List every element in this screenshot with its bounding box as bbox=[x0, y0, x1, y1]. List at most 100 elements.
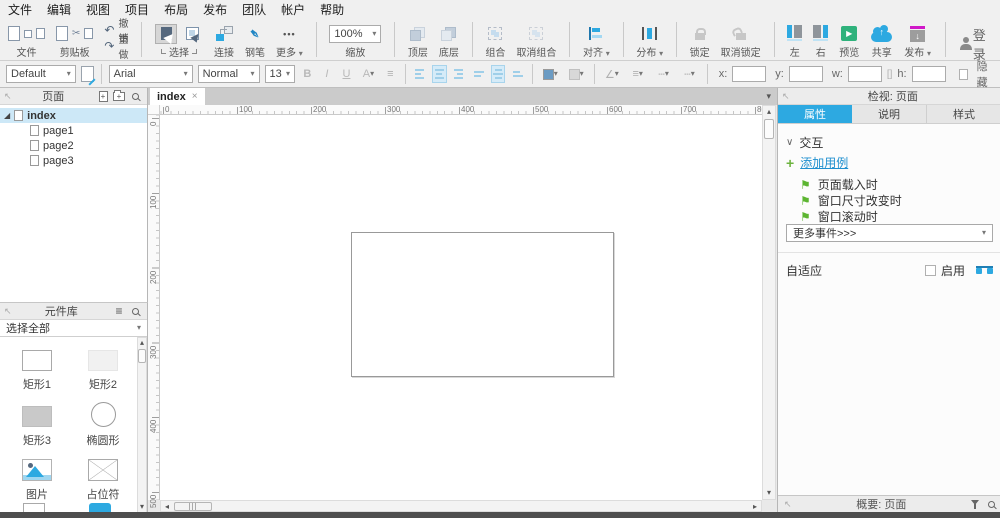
scroll-right-icon[interactable]: ▸ bbox=[751, 503, 759, 511]
widget-partial-button[interactable] bbox=[23, 503, 45, 512]
style-preset-select[interactable]: Default ▾ bbox=[6, 65, 76, 83]
cut-icon[interactable]: ✂ bbox=[72, 29, 80, 39]
widget-library-select[interactable]: 选择全部 ▾ bbox=[0, 320, 147, 337]
hidden-checkbox[interactable] bbox=[959, 69, 968, 80]
italic-button[interactable]: I bbox=[320, 65, 335, 83]
underline-button[interactable]: U bbox=[339, 65, 354, 83]
select-contain-button[interactable] bbox=[181, 24, 203, 44]
text-align-top-button[interactable] bbox=[471, 65, 486, 83]
canvas-vertical-scrollbar[interactable]: ▴ ▾ bbox=[762, 105, 776, 500]
tab-overflow-icon[interactable]: ▾ bbox=[766, 91, 771, 102]
collapse-panel-icon[interactable]: ↖ bbox=[784, 499, 792, 510]
interactions-section-header[interactable]: ∨ 交互 bbox=[786, 134, 823, 151]
canvas[interactable] bbox=[160, 115, 762, 500]
font-weight-select[interactable]: Normal ▾ bbox=[198, 65, 260, 83]
edit-style-icon[interactable] bbox=[81, 66, 94, 82]
menu-view[interactable]: 视图 bbox=[86, 1, 110, 18]
widgets-menu-icon[interactable]: ≡ bbox=[111, 304, 127, 318]
line-style-button[interactable]: ┄▾ bbox=[653, 65, 674, 83]
add-case-link[interactable]: + 添加用例 bbox=[786, 154, 848, 171]
tab-style[interactable]: 样式 bbox=[927, 105, 1000, 123]
align-left-button[interactable]: 左 bbox=[787, 20, 802, 59]
event-page-load[interactable]: ⚑ 页面载入时 bbox=[800, 176, 878, 193]
horizontal-ruler[interactable]: 0 100 200 300 400 500 600 700 800 bbox=[160, 105, 762, 115]
vertical-ruler[interactable]: 0 100 200 300 400 500 bbox=[148, 115, 160, 500]
event-window-scroll[interactable]: ⚑ 窗口滚动时 bbox=[800, 208, 878, 225]
widget-partial-primary-button[interactable] bbox=[89, 503, 111, 512]
shadow-color-button[interactable]: ▾ bbox=[566, 65, 587, 83]
send-to-back-button[interactable]: 底层 bbox=[439, 20, 459, 59]
publish-button[interactable]: ↓ 发布 ▾ bbox=[904, 20, 931, 59]
align-button[interactable]: 对齐 ▾ bbox=[583, 20, 610, 59]
scroll-down-icon[interactable]: ▾ bbox=[763, 489, 775, 497]
rectangle-widget[interactable] bbox=[351, 232, 614, 377]
lock-button[interactable]: 锁定 bbox=[690, 20, 710, 59]
w-input[interactable] bbox=[848, 66, 882, 82]
line-width-button[interactable]: ≡▾ bbox=[627, 65, 648, 83]
text-align-left-button[interactable] bbox=[412, 65, 427, 83]
file-tools[interactable]: 文件 bbox=[8, 20, 45, 59]
menu-layout[interactable]: 布局 bbox=[164, 1, 188, 18]
align-right-button[interactable]: 右 bbox=[813, 20, 828, 59]
scroll-up-icon[interactable]: ▴ bbox=[138, 339, 146, 347]
x-input[interactable] bbox=[732, 66, 766, 82]
tab-notes[interactable]: 说明 bbox=[852, 105, 927, 123]
distribute-button[interactable]: 分布 ▾ bbox=[636, 20, 663, 59]
page-tree-item-index[interactable]: ◢ index bbox=[0, 108, 147, 123]
preview-button[interactable]: ▶ 预览 bbox=[839, 20, 859, 59]
widget-image[interactable]: 图片 bbox=[5, 453, 69, 502]
text-align-middle-button[interactable] bbox=[491, 65, 506, 83]
paste-icon[interactable] bbox=[56, 26, 68, 41]
clipboard-tools[interactable]: ✂ 剪贴板 bbox=[56, 20, 93, 59]
h-input[interactable] bbox=[912, 66, 946, 82]
page-tree-item-page1[interactable]: page1 bbox=[0, 123, 147, 138]
scroll-up-icon[interactable]: ▴ bbox=[763, 108, 775, 116]
more-tools[interactable]: ••• 更多 ▾ bbox=[276, 20, 303, 59]
collapse-panel-icon[interactable]: ↖ bbox=[4, 306, 12, 317]
widget-rect3[interactable]: 矩形3 bbox=[5, 399, 69, 448]
fill-color-button[interactable]: ▾ bbox=[540, 65, 561, 83]
adaptive-enable-checkbox[interactable] bbox=[925, 265, 936, 276]
tab-properties[interactable]: 属性 bbox=[778, 105, 852, 123]
page-tree-item-page3[interactable]: page3 bbox=[0, 153, 147, 168]
save-icon[interactable] bbox=[24, 30, 32, 38]
collapse-panel-icon[interactable]: ↖ bbox=[782, 91, 790, 102]
menu-project[interactable]: 项目 bbox=[125, 1, 149, 18]
close-tab-icon[interactable]: × bbox=[192, 91, 198, 102]
scroll-left-icon[interactable]: ◂ bbox=[163, 503, 171, 511]
select-intersect-button[interactable] bbox=[155, 24, 177, 44]
scrollbar-thumb[interactable] bbox=[174, 502, 212, 511]
tree-expanded-icon[interactable]: ◢ bbox=[4, 112, 10, 120]
widget-rect2[interactable]: 矩形2 bbox=[71, 343, 135, 392]
widget-ellipse[interactable]: 椭圆形 bbox=[71, 399, 135, 448]
widget-placeholder[interactable]: 占位符 bbox=[71, 453, 135, 502]
menu-help[interactable]: 帮助 bbox=[320, 1, 344, 18]
search-widgets-button[interactable] bbox=[127, 304, 143, 318]
menu-edit[interactable]: 编辑 bbox=[47, 1, 71, 18]
widgets-scrollbar[interactable]: ▴ ▾ bbox=[137, 337, 147, 512]
font-size-select[interactable]: 13 ▾ bbox=[265, 65, 295, 83]
group-button[interactable]: 组合 bbox=[485, 20, 505, 59]
zoom-select[interactable]: 100% ▾ bbox=[329, 25, 381, 43]
pen-tool[interactable]: ✒ 钢笔 bbox=[245, 20, 265, 59]
more-events-select[interactable]: 更多事件>>> ▾ bbox=[786, 224, 993, 242]
ungroup-button[interactable]: 取消组合 bbox=[516, 20, 556, 59]
open-file-icon[interactable] bbox=[36, 28, 45, 39]
menu-team[interactable]: 团队 bbox=[242, 1, 266, 18]
new-file-icon[interactable] bbox=[8, 26, 20, 41]
menu-publish[interactable]: 发布 bbox=[203, 1, 227, 18]
widget-rect1[interactable]: 矩形1 bbox=[5, 343, 69, 392]
menu-account[interactable]: 帐户 bbox=[281, 1, 305, 18]
arrow-style-button[interactable]: ┄▾ bbox=[679, 65, 700, 83]
unlock-button[interactable]: 取消锁定 bbox=[721, 20, 761, 59]
add-folder-button[interactable]: + bbox=[111, 89, 127, 103]
search-pages-button[interactable] bbox=[127, 89, 143, 103]
scrollbar-thumb[interactable] bbox=[764, 119, 774, 139]
filter-icon[interactable] bbox=[971, 500, 980, 509]
bold-button[interactable]: B bbox=[300, 65, 315, 83]
search-icon[interactable] bbox=[988, 501, 995, 508]
redo-button[interactable]: ↷ 重做 bbox=[104, 39, 128, 52]
share-button[interactable]: ↑ 共享 bbox=[871, 20, 892, 59]
text-align-center-button[interactable] bbox=[432, 65, 447, 83]
tab-index[interactable]: index × bbox=[150, 88, 205, 105]
